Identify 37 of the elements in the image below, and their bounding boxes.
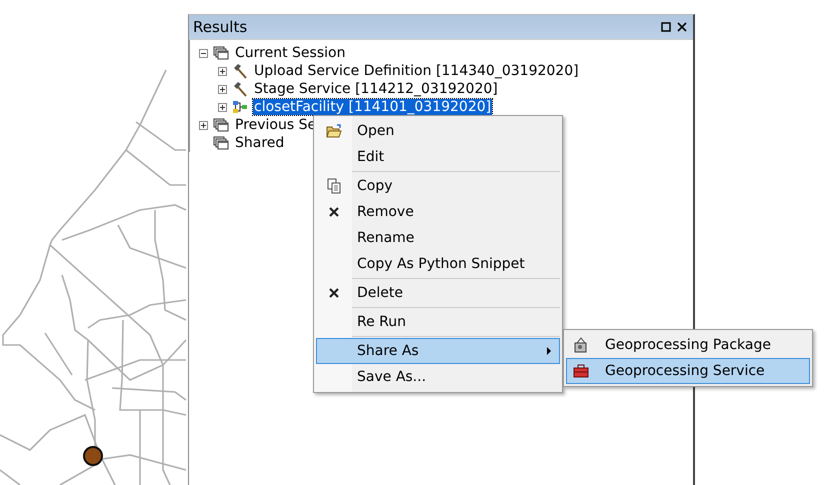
menu-item[interactable]: Re Run	[316, 309, 560, 335]
menu-item[interactable]: Open	[316, 118, 560, 144]
tree-item[interactable]: Stage Service [114212_03192020]	[253, 81, 499, 97]
package-icon	[573, 337, 589, 353]
delete-x-icon	[329, 288, 339, 298]
menu-item[interactable]: Share As	[316, 338, 560, 364]
tree-item[interactable]: Upload Service Definition [114340_03192020]	[253, 63, 580, 79]
expander-icon[interactable]	[218, 84, 227, 94]
close-icon[interactable]	[677, 22, 687, 32]
tree-item[interactable]: Current Session	[234, 45, 346, 61]
menu-item[interactable]: Geoprocessing Package	[566, 332, 810, 358]
folder-icon	[326, 124, 342, 138]
expander-icon[interactable]	[218, 66, 227, 76]
stacked-windows-icon	[213, 136, 229, 150]
model-diagram-icon	[232, 100, 248, 114]
toolbox-icon	[573, 364, 589, 378]
tree-item[interactable]: Shared	[234, 135, 286, 151]
menu-item[interactable]: Rename	[316, 225, 560, 251]
menu-item[interactable]: Delete	[316, 280, 560, 306]
menu-item[interactable]: Geoprocessing Service	[566, 358, 810, 384]
stacked-windows-icon	[213, 118, 229, 132]
menu-item[interactable]: Edit	[316, 144, 560, 170]
restore-icon[interactable]	[661, 22, 671, 32]
expander-icon[interactable]	[199, 120, 208, 130]
panel-title: Results	[193, 18, 248, 36]
hammer-icon	[232, 63, 248, 79]
menu-item[interactable]: Copy As Python Snippet	[316, 251, 560, 277]
stacked-windows-icon	[213, 46, 229, 60]
hammer-icon	[232, 81, 248, 97]
menu-item[interactable]: Remove	[316, 199, 560, 225]
menu-item[interactable]: Copy	[316, 173, 560, 199]
expander-icon[interactable]	[199, 48, 208, 58]
expander-icon[interactable]	[218, 102, 227, 112]
delete-x-icon	[329, 207, 339, 217]
menu-item[interactable]: Save As...	[316, 364, 560, 390]
copy-icon	[327, 178, 341, 194]
tree-item[interactable]: closetFacility [114101_03192020]	[253, 99, 492, 115]
